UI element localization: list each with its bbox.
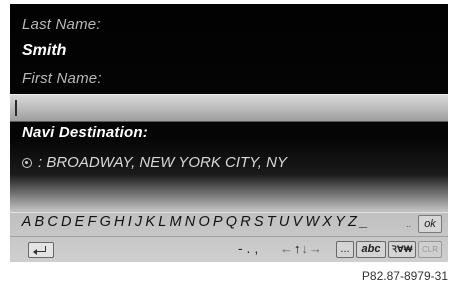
dots-indicator: .. xyxy=(406,219,412,229)
punctuation-keys[interactable]: - . , xyxy=(238,240,258,256)
letter-key-j[interactable]: J xyxy=(133,214,143,230)
letter-key-e[interactable]: E xyxy=(73,214,86,230)
letter-key-x[interactable]: X xyxy=(321,214,334,230)
letter-key-d[interactable]: D xyxy=(59,214,73,230)
figure-caption: P82.87-8979-31 xyxy=(361,269,448,283)
first-name-input[interactable] xyxy=(10,94,448,122)
last-name-label: Last Name: xyxy=(22,16,101,33)
arrow-up-icon[interactable]: ↑ xyxy=(294,241,302,256)
letter-key-f[interactable]: F xyxy=(86,214,98,230)
letter-key-v[interactable]: V xyxy=(291,214,304,230)
letter-keys: A B C D E F G H I J K L M N O P Q R S T U V W X Y Z _ xyxy=(20,214,370,230)
arrow-right-icon[interactable]: → xyxy=(309,241,323,256)
letter-key-w[interactable]: W xyxy=(304,214,321,230)
ok-button[interactable]: ok xyxy=(418,215,442,233)
last-name-value[interactable]: Smith xyxy=(22,42,66,60)
letter-key-o[interactable]: O xyxy=(197,214,211,230)
letter-key-h[interactable]: H xyxy=(112,214,126,230)
back-icon[interactable] xyxy=(28,242,54,258)
navi-destination-label: Navi Destination: xyxy=(22,124,148,141)
underscore-key[interactable]: _ xyxy=(358,214,369,230)
letter-key-k[interactable]: K xyxy=(144,214,157,230)
keyboard-letter-row: A B C D E F G H I J K L M N O P Q R S T U V W X Y Z _ .. ok xyxy=(10,212,448,235)
letter-key-s[interactable]: S xyxy=(252,214,265,230)
input-screen: Last Name: Smith First Name: Navi Destin… xyxy=(10,4,448,262)
keyboard-function-row: - . , ←↑↓→ ... abc ꝚⱯ₩ CLR xyxy=(10,236,448,262)
letter-key-q[interactable]: Q xyxy=(224,214,238,230)
symbols-button[interactable]: ꝚⱯ₩ xyxy=(388,241,416,258)
letter-key-l[interactable]: L xyxy=(157,214,168,230)
ellipsis-button[interactable]: ... xyxy=(336,241,354,258)
letter-key-n[interactable]: N xyxy=(183,214,197,230)
abc-button[interactable]: abc xyxy=(356,241,386,258)
location-pin-icon xyxy=(22,157,32,168)
letter-key-g[interactable]: G xyxy=(98,214,112,230)
letter-key-z[interactable]: Z xyxy=(346,214,358,230)
clear-button[interactable]: CLR xyxy=(418,241,442,258)
navi-destination-row[interactable]: : BROADWAY, NEW YORK CITY, NY xyxy=(22,154,287,171)
letter-key-c[interactable]: C xyxy=(46,214,60,230)
letter-key-a[interactable]: A xyxy=(20,214,33,230)
letter-key-m[interactable]: M xyxy=(168,214,183,230)
text-cursor xyxy=(15,100,17,116)
letter-key-r[interactable]: R xyxy=(239,214,253,230)
cursor-arrow-keys[interactable]: ←↑↓→ xyxy=(280,241,323,256)
navi-destination-value: : BROADWAY, NEW YORK CITY, NY xyxy=(38,154,287,171)
letter-key-p[interactable]: P xyxy=(211,214,224,230)
arrow-down-icon[interactable]: ↓ xyxy=(302,241,310,256)
first-name-label: First Name: xyxy=(22,70,102,87)
letter-key-u[interactable]: U xyxy=(277,214,291,230)
letter-key-i[interactable]: I xyxy=(126,214,133,230)
letter-key-b[interactable]: B xyxy=(33,214,46,230)
letter-key-y[interactable]: Y xyxy=(333,214,346,230)
letter-key-t[interactable]: T xyxy=(265,214,277,230)
arrow-left-icon[interactable]: ← xyxy=(280,241,294,256)
